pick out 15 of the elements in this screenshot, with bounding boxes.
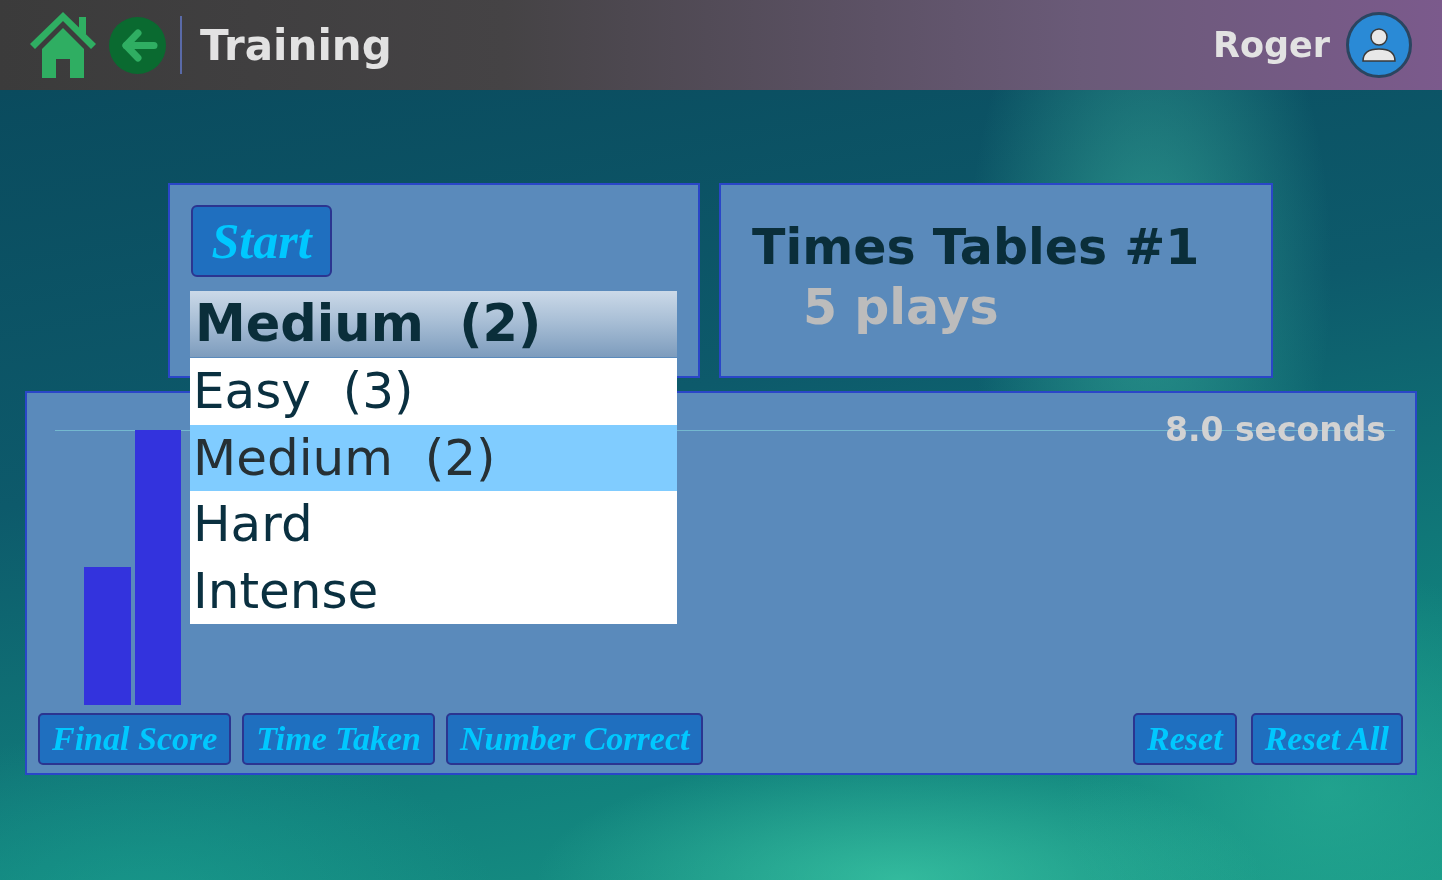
avatar-icon[interactable] [1346,12,1412,78]
plays-count: 5 plays [803,278,1000,338]
start-button[interactable]: Start [191,205,332,277]
difficulty-select[interactable]: Medium (2) [190,291,677,357]
game-title: Times Tables #1 [752,218,1201,278]
reset-button[interactable]: Reset All [1250,713,1403,765]
metric-button[interactable]: Time Taken [242,713,435,765]
home-icon[interactable] [30,12,96,78]
reset-button[interactable]: Reset [1133,713,1237,765]
dropdown-option[interactable]: Medium (2) [190,424,677,491]
metric-button[interactable]: Number Correct [445,713,704,765]
reference-label: 8.0 seconds [1165,410,1386,450]
user-name: Roger [1212,25,1330,65]
metric-button[interactable]: Final Score [38,713,232,765]
page-title: Training [200,20,392,70]
